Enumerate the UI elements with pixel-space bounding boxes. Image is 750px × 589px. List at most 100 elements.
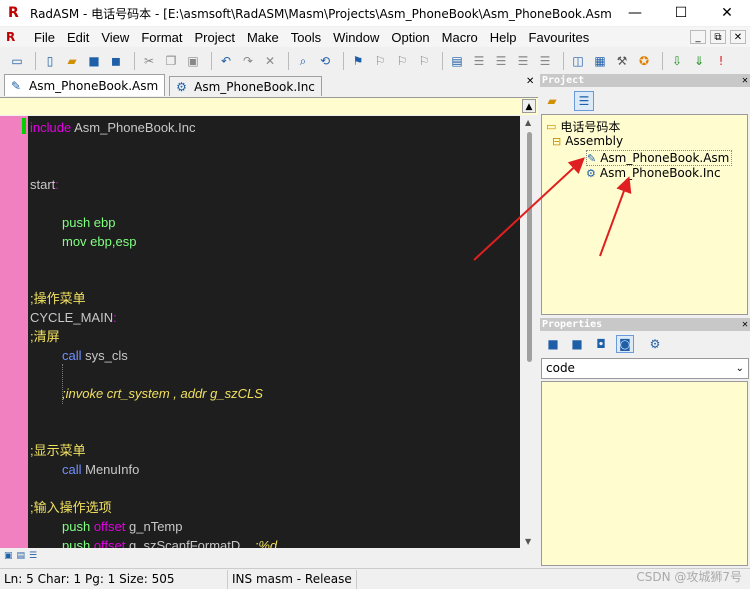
- code-lines: include Asm_PhoneBook.Inc start: push eb…: [30, 118, 277, 548]
- menu-tools[interactable]: Tools: [285, 30, 327, 45]
- tree-label: Assembly: [565, 134, 624, 148]
- view-project-icon[interactable]: ▦: [591, 52, 609, 70]
- vertical-scrollbar[interactable]: ▲ ▼: [521, 116, 538, 548]
- split-toggle-icon[interactable]: ▲: [522, 99, 536, 113]
- menu-make[interactable]: Make: [241, 30, 285, 45]
- folder-view-icon[interactable]: ▰: [542, 91, 562, 111]
- bookmark-icon[interactable]: ⚑: [349, 52, 367, 70]
- indent-icon[interactable]: ☰: [470, 52, 488, 70]
- properties-toolbar: ■ ■ ◘ ◙ ⚙: [540, 331, 750, 357]
- menu-window[interactable]: Window: [327, 30, 385, 45]
- code-token: offset: [93, 538, 129, 548]
- mdi-close-button[interactable]: ✕: [730, 30, 746, 44]
- copy-icon[interactable]: ❐: [162, 52, 180, 70]
- refresh-icon[interactable]: ⚙: [646, 335, 664, 353]
- scroll-thumb[interactable]: [527, 132, 532, 362]
- code-token: ;清屏: [30, 329, 60, 344]
- tree-label: Asm_PhoneBook.Inc: [599, 166, 721, 180]
- code-token: :: [55, 177, 59, 192]
- menu-file[interactable]: File: [28, 30, 61, 45]
- block-icon[interactable]: ▤: [448, 52, 466, 70]
- menu-edit[interactable]: Edit: [61, 30, 95, 45]
- code-line: ;invoke crt_system , addr g_szCLS: [30, 384, 277, 403]
- tree-project-root[interactable]: ▭ 电话号码本: [546, 118, 620, 135]
- outdent-icon[interactable]: ☰: [492, 52, 510, 70]
- code-token: offset: [93, 519, 129, 534]
- tree-assembly-folder[interactable]: ⊟ Assembly: [552, 134, 623, 148]
- tab-asm[interactable]: ✎ Asm_PhoneBook.Asm: [4, 74, 166, 96]
- menu-help[interactable]: Help: [484, 30, 523, 45]
- const-view-icon[interactable]: ◙: [616, 335, 634, 353]
- folder-open-icon: ▭: [546, 120, 557, 133]
- print-icon[interactable]: ▭: [8, 52, 26, 70]
- next-bookmark-icon[interactable]: ⚐: [371, 52, 389, 70]
- toolbar-separator: [343, 52, 344, 70]
- properties-panel-label: Properties: [542, 319, 603, 330]
- menu-option[interactable]: Option: [385, 30, 435, 45]
- tree-asm-file[interactable]: ✎ Asm_PhoneBook.Asm: [586, 150, 733, 166]
- redo-icon[interactable]: ↷: [239, 52, 257, 70]
- code-view-icon[interactable]: ■: [544, 335, 562, 353]
- immediate-icon[interactable]: ▤: [17, 551, 26, 561]
- menu-format[interactable]: Format: [135, 30, 188, 45]
- list-view-icon[interactable]: ☰: [574, 91, 594, 111]
- data-view-icon[interactable]: ■: [568, 335, 586, 353]
- code-editor[interactable]: include Asm_PhoneBook.Inc start: push eb…: [0, 116, 520, 548]
- menu-view[interactable]: View: [95, 30, 135, 45]
- open-icon[interactable]: ▰: [63, 52, 81, 70]
- toolbar-separator: [134, 52, 135, 70]
- menu-project[interactable]: Project: [188, 30, 240, 45]
- paste-icon[interactable]: ▣: [184, 52, 202, 70]
- properties-type-select[interactable]: code ⌄: [541, 358, 749, 379]
- undo-icon[interactable]: ↶: [217, 52, 235, 70]
- view-output-icon[interactable]: ◫: [569, 52, 587, 70]
- build-icon[interactable]: ⇩: [668, 52, 686, 70]
- tree-inc-file[interactable]: ⚙ Asm_PhoneBook.Inc: [586, 166, 721, 180]
- comment-icon[interactable]: ☰: [514, 52, 532, 70]
- minimize-button[interactable]: —: [612, 0, 658, 26]
- mdi-minimize-button[interactable]: _: [690, 30, 706, 44]
- save-all-icon[interactable]: ◼: [107, 52, 125, 70]
- close-properties-panel-icon[interactable]: ✕: [742, 318, 748, 331]
- tab-inc[interactable]: ⚙ Asm_PhoneBook.Inc: [169, 76, 322, 96]
- go-icon[interactable]: ⇓: [690, 52, 708, 70]
- clear-bookmark-icon[interactable]: ⚐: [415, 52, 433, 70]
- close-project-panel-icon[interactable]: ✕: [742, 74, 748, 87]
- window-title: RadASM - 电话号码本 - [E:\asmsoft\RadASM\Masm…: [30, 6, 612, 21]
- menu-favourites[interactable]: Favourites: [523, 30, 596, 45]
- delete-icon[interactable]: ✕: [261, 52, 279, 70]
- tools-icon[interactable]: ⚒: [613, 52, 631, 70]
- close-document-icon[interactable]: ✕: [526, 76, 534, 87]
- tab-label: Asm_PhoneBook.Inc: [194, 79, 315, 94]
- error-icon[interactable]: !: [712, 52, 730, 70]
- save-icon[interactable]: ■: [85, 52, 103, 70]
- star-icon[interactable]: ✪: [635, 52, 653, 70]
- prev-bookmark-icon[interactable]: ⚐: [393, 52, 411, 70]
- maximize-button[interactable]: ☐: [658, 0, 704, 26]
- replace-icon[interactable]: ⟲: [316, 52, 334, 70]
- code-line: ;显示菜单: [30, 441, 277, 460]
- proc-view-icon[interactable]: ◘: [592, 335, 610, 353]
- uncomment-icon[interactable]: ☰: [536, 52, 554, 70]
- code-token: g_szScanfFormatD: [129, 538, 241, 548]
- close-button[interactable]: ✕: [704, 0, 750, 26]
- code-line: include Asm_PhoneBook.Inc: [30, 118, 277, 137]
- code-token: push: [62, 538, 94, 548]
- radasm-menu-icon[interactable]: R: [6, 30, 24, 44]
- watermark: CSDN @攻城狮7号: [636, 570, 742, 584]
- scroll-down-icon[interactable]: ▼: [525, 537, 531, 546]
- menu-macro[interactable]: Macro: [436, 30, 484, 45]
- scroll-up-icon[interactable]: ▲: [525, 118, 531, 127]
- toolbar-separator: [442, 52, 443, 70]
- debug-icon[interactable]: ☰: [29, 551, 37, 561]
- output-icon[interactable]: ▣: [4, 551, 13, 561]
- new-file-icon[interactable]: ▯: [41, 52, 59, 70]
- find-icon[interactable]: ⌕: [294, 52, 312, 70]
- split-bar[interactable]: ▲: [0, 97, 538, 115]
- mdi-restore-button[interactable]: ⧉: [710, 30, 726, 44]
- line-gutter[interactable]: [0, 116, 28, 548]
- main-toolbar: ▭ ▯ ▰ ■ ◼ ✂ ❐ ▣ ↶ ↷ ✕ ⌕ ⟲ ⚑ ⚐ ⚐ ⚐ ▤ ☰ ☰ …: [0, 49, 750, 73]
- properties-list[interactable]: [541, 381, 748, 566]
- cut-icon[interactable]: ✂: [140, 52, 158, 70]
